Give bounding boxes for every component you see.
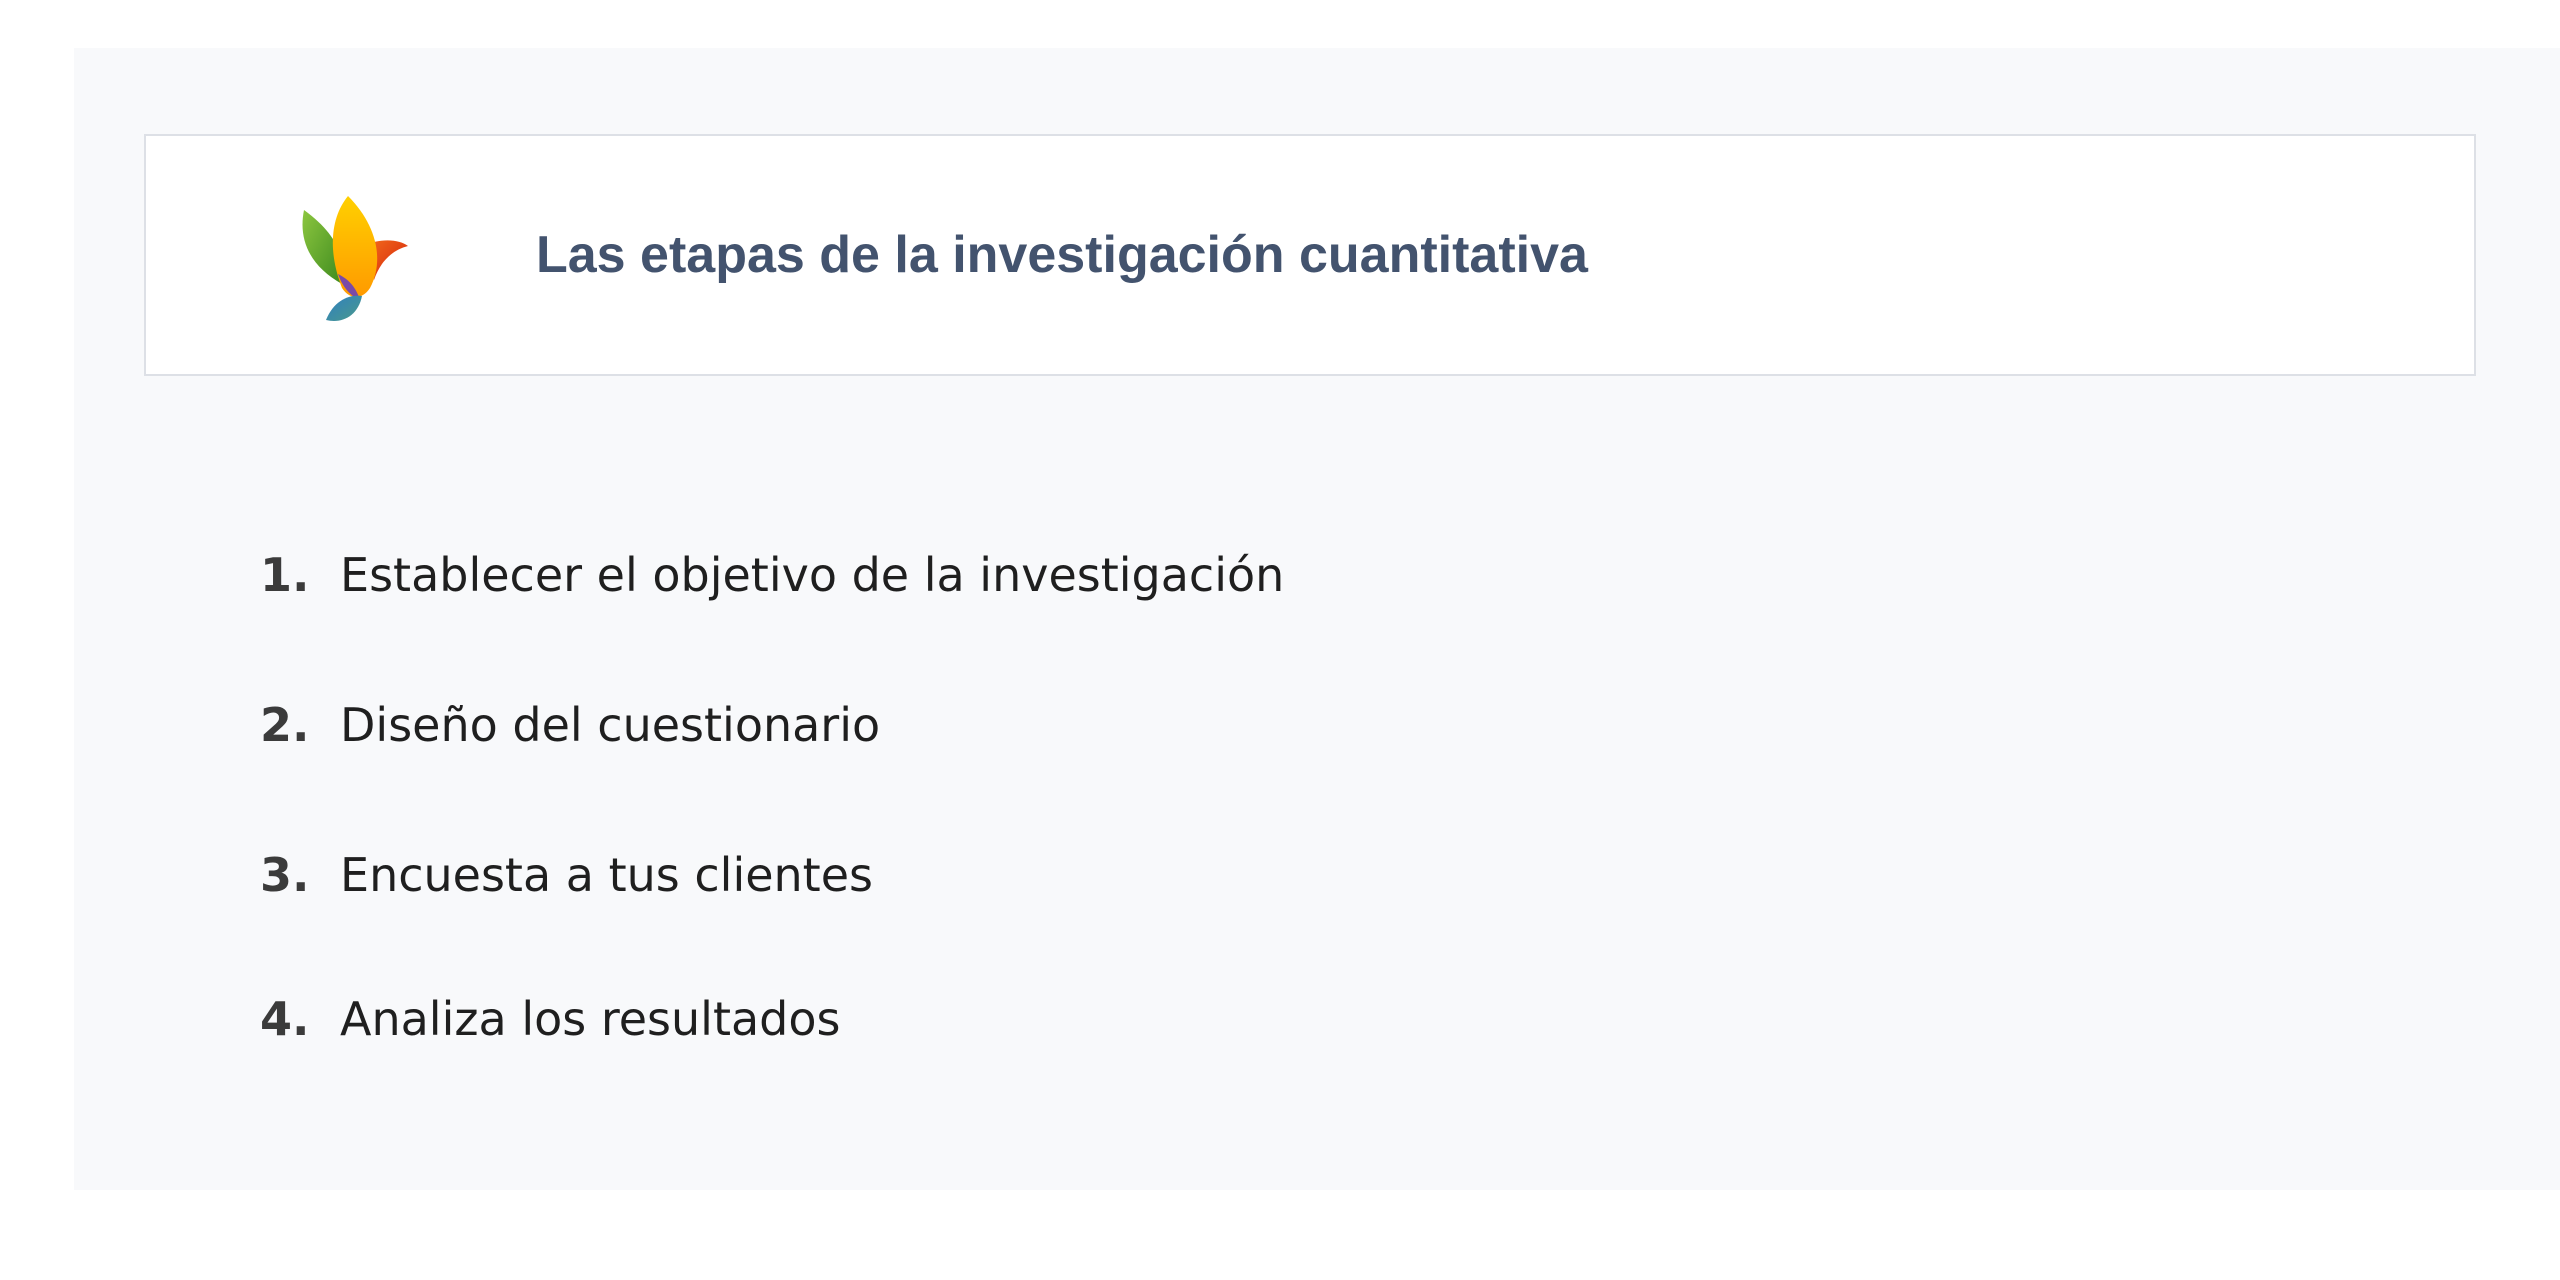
step-text: Diseño del cuestionario <box>340 698 881 752</box>
step-number: 1. <box>260 548 310 602</box>
step-text: Analiza los resultados <box>340 992 841 1046</box>
step-number: 3. <box>260 848 310 902</box>
slide-canvas: Las etapas de la investigación cuantitat… <box>74 48 2560 1190</box>
list-item: 2. Diseño del cuestionario <box>260 680 880 770</box>
list-item: 4. Analiza los resultados <box>260 974 840 1064</box>
list-item: 3. Encuesta a tus clientes <box>260 830 873 920</box>
bird-logo-icon <box>302 196 408 321</box>
step-text: Encuesta a tus clientes <box>340 848 873 902</box>
header-card: Las etapas de la investigación cuantitat… <box>144 134 2476 376</box>
step-text: Establecer el objetivo de la investigaci… <box>340 548 1285 602</box>
page-title: Las etapas de la investigación cuantitat… <box>536 226 1588 284</box>
step-number: 2. <box>260 698 310 752</box>
step-number: 4. <box>260 992 310 1046</box>
list-item: 1. Establecer el objetivo de la investig… <box>260 530 1284 620</box>
